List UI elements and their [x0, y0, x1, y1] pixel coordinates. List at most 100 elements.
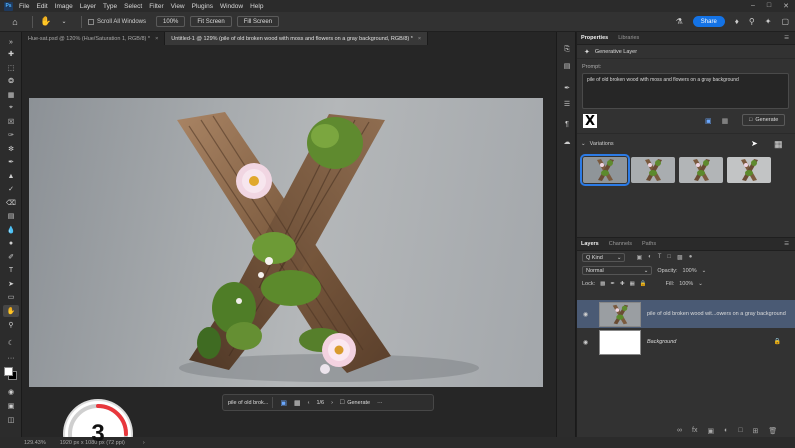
menu-help[interactable]: Help — [250, 3, 263, 10]
settings-icon[interactable]: ▦ — [722, 117, 729, 125]
screen-mode-icon[interactable]: ▣ — [3, 400, 19, 412]
lasso-tool-icon[interactable]: ❂ — [3, 75, 19, 87]
brush-panel-icon[interactable]: ✒ — [560, 82, 574, 94]
variation-thumb[interactable] — [631, 157, 675, 183]
banana-icon[interactable]: ☾ — [3, 337, 19, 349]
menu-select[interactable]: Select — [124, 3, 142, 10]
zoom-100-button[interactable]: 100% — [156, 16, 186, 27]
flask-icon[interactable]: ⚗ — [676, 17, 683, 26]
home-icon[interactable]: ⌂ — [8, 15, 22, 29]
link-layers-icon[interactable]: ∞ — [677, 427, 682, 435]
variations-header[interactable]: ⌄ Variations ➤ ▦ — [577, 133, 795, 153]
tab-properties[interactable]: Properties — [581, 35, 608, 41]
reference-image-icon[interactable]: ▣ — [705, 117, 712, 125]
tab-libraries[interactable]: Libraries — [618, 35, 639, 41]
eraser-tool-icon[interactable]: ⌫ — [3, 197, 19, 209]
generate-button[interactable]: □ Generate — [742, 114, 786, 126]
gradient-tool-icon[interactable]: ▤ — [3, 210, 19, 222]
generate-button[interactable]: □ Generate — [340, 399, 370, 406]
path-select-icon[interactable]: ➤ — [3, 278, 19, 290]
history-panel-icon[interactable]: ⎘ — [560, 44, 574, 56]
collapse-icon[interactable]: » — [3, 36, 19, 48]
menu-layer[interactable]: Layer — [80, 3, 96, 10]
lock-artboard-icon[interactable]: ▦ — [630, 281, 635, 287]
frame-mode-icon[interactable]: ◫ — [3, 414, 19, 426]
smart-object-filter-icon[interactable]: ▩ — [677, 254, 683, 261]
pixel-filter-icon[interactable]: ▣ — [636, 254, 642, 261]
object-select-icon[interactable]: ▦ — [3, 89, 19, 101]
prompt-textarea[interactable]: pile of old broken wood with moss and fl… — [582, 73, 789, 109]
chevron-right-icon[interactable]: › — [143, 440, 145, 446]
fx-icon[interactable]: fx — [692, 427, 697, 435]
foreground-color-swatch[interactable] — [4, 367, 13, 376]
more-tools-icon[interactable]: ··· — [3, 352, 19, 364]
chevron-down-icon[interactable]: ⌄ — [702, 268, 707, 274]
menu-filter[interactable]: Filter — [149, 3, 163, 10]
lock-pixels-icon[interactable]: ▩ — [600, 281, 605, 287]
stamp-tool-icon[interactable]: ▲ — [3, 170, 19, 182]
menu-type[interactable]: Type — [103, 3, 117, 10]
opacity-value[interactable]: 100% — [683, 268, 697, 274]
shape-tool-icon[interactable]: ▭ — [3, 291, 19, 303]
prompt-field[interactable]: pile of old brok... — [228, 397, 274, 408]
variation-thumb[interactable] — [580, 154, 630, 186]
maximize-icon[interactable]: □ — [767, 2, 771, 10]
paragraph-panel-icon[interactable]: ¶ — [560, 118, 574, 130]
lock-all-icon[interactable]: 🔒 — [640, 281, 647, 287]
tab-layers[interactable]: Layers — [581, 241, 599, 247]
type-tool-icon[interactable]: T — [3, 264, 19, 276]
kind-filter-select[interactable]: Q Kind ⌄ — [582, 253, 626, 262]
group-icon[interactable]: □ — [738, 427, 742, 435]
more-options-button[interactable]: ··· — [377, 400, 383, 406]
new-layer-icon[interactable]: ⊞ — [753, 427, 759, 435]
menu-edit[interactable]: Edit — [36, 3, 47, 10]
tab-paths[interactable]: Paths — [642, 241, 656, 247]
variation-thumb[interactable] — [679, 157, 723, 183]
fit-screen-button[interactable]: Fit Screen — [190, 16, 232, 27]
fill-screen-button[interactable]: Fill Screen — [236, 16, 280, 27]
fill-value[interactable]: 100% — [679, 281, 693, 287]
crop-tool-icon[interactable]: ⌖ — [3, 102, 19, 114]
close-window-icon[interactable]: ✕ — [783, 2, 789, 10]
eyedropper-icon[interactable]: ✑ — [3, 129, 19, 141]
menu-plugins[interactable]: Plugins — [192, 3, 213, 10]
close-icon[interactable]: × — [418, 36, 421, 42]
delete-layer-icon[interactable]: 🗑 — [768, 427, 777, 435]
chevron-right-icon[interactable]: › — [331, 400, 333, 406]
canvas-workspace[interactable]: pile of old brok... ▣ ▦ ‹ 1/6 › □ Genera… — [22, 45, 556, 448]
variations-grid-icon[interactable]: ▦ — [294, 399, 301, 407]
workspace-icon[interactable]: ▢ — [781, 17, 789, 26]
brush-tool-icon[interactable]: ✒ — [3, 156, 19, 168]
share-button[interactable]: Share — [692, 16, 725, 27]
filter-toggle-icon[interactable]: ● — [689, 254, 693, 261]
tab-channels[interactable]: Channels — [609, 241, 632, 247]
frame-tool-icon[interactable]: ☒ — [3, 116, 19, 128]
scroll-all-checkbox[interactable] — [88, 18, 94, 25]
pen-tool-icon[interactable]: ✐ — [3, 251, 19, 263]
tab-untitled-1[interactable]: Untitled-1 @ 129% (pile of old broken wo… — [165, 32, 429, 45]
document-canvas[interactable] — [29, 98, 543, 387]
menu-view[interactable]: View — [171, 3, 185, 10]
panel-menu-icon[interactable]: ☰ — [784, 241, 789, 247]
close-icon[interactable]: × — [155, 36, 158, 42]
move-tool-icon[interactable]: ✚ — [3, 48, 19, 60]
blur-tool-icon[interactable]: 💧 — [3, 224, 19, 236]
quick-mask-icon[interactable]: ◉ — [3, 386, 19, 398]
adjustment-layer-icon[interactable]: ◐ — [724, 427, 728, 435]
visibility-eye-icon[interactable]: ◉ — [583, 311, 593, 318]
lock-move-icon[interactable]: ✚ — [620, 281, 625, 287]
search-icon[interactable]: ⚲ — [749, 17, 755, 26]
reference-image-thumb[interactable]: X — [583, 114, 597, 129]
sparkle-icon[interactable]: ✦ — [765, 17, 772, 26]
lock-paint-icon[interactable]: ✒ — [610, 281, 615, 287]
chevron-down-icon[interactable]: ⌄ — [698, 281, 703, 287]
zoom-level[interactable]: 129.43% — [24, 440, 46, 446]
grid-view-icon[interactable]: ▦ — [774, 139, 783, 150]
add-mask-icon[interactable]: ▣ — [707, 427, 714, 435]
menu-image[interactable]: Image — [55, 3, 73, 10]
marquee-tool-icon[interactable]: ⬚ — [3, 62, 19, 74]
type-filter-icon[interactable]: T — [658, 254, 662, 261]
menu-window[interactable]: Window — [220, 3, 243, 10]
history-brush-icon[interactable]: ✓ — [3, 183, 19, 195]
healing-brush-icon[interactable]: ✼ — [3, 143, 19, 155]
